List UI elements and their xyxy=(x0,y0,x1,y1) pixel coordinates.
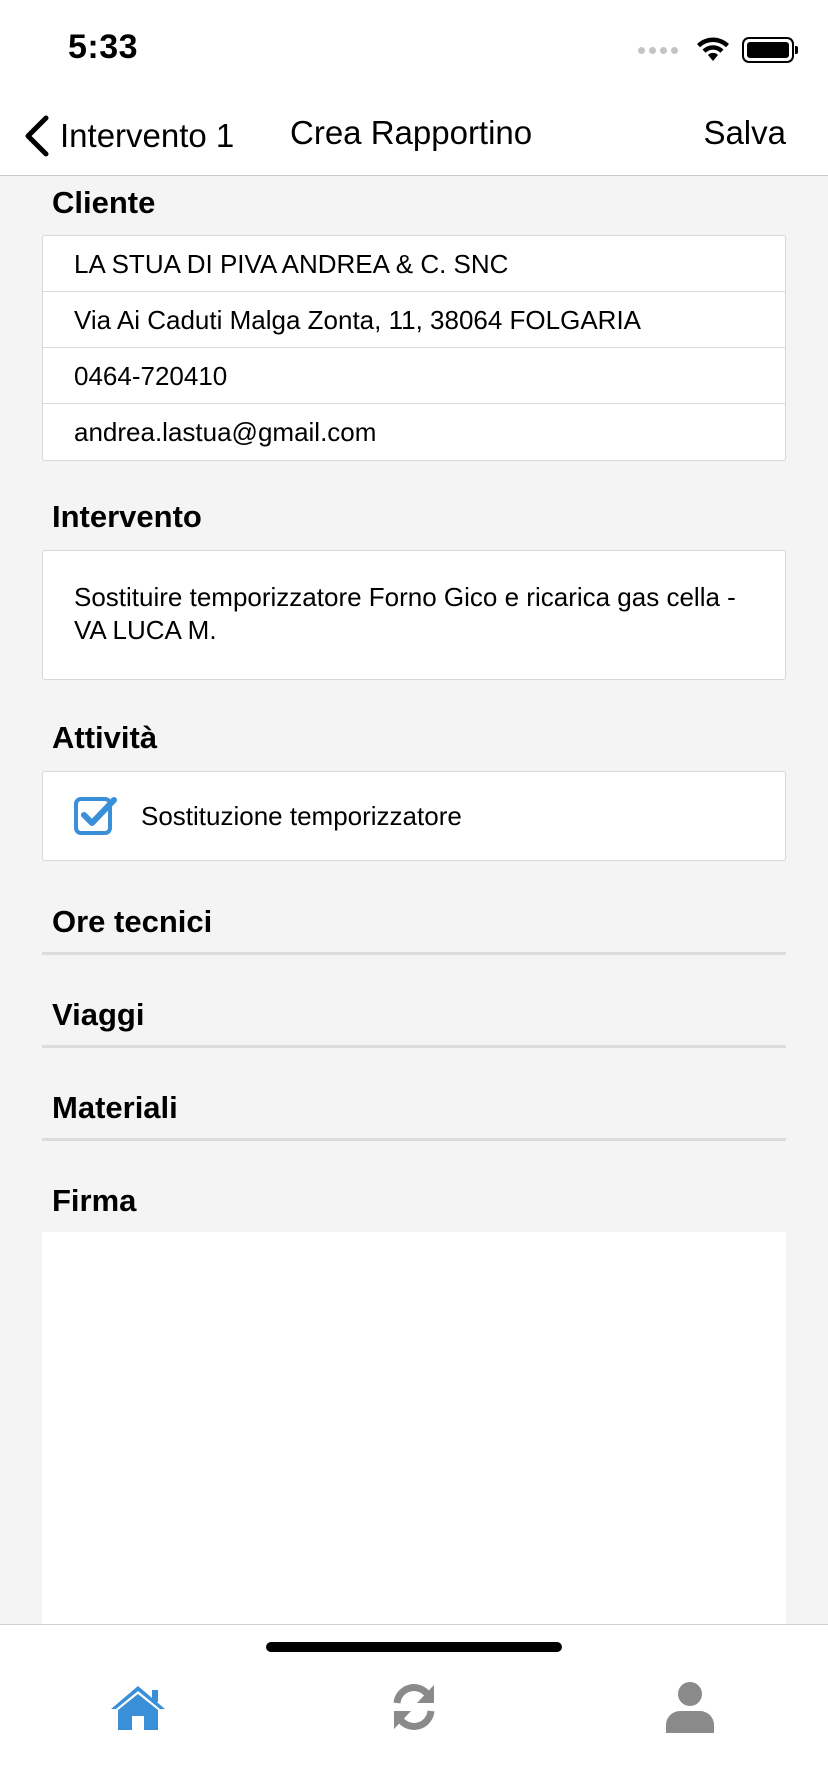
cliente-phone: 0464-720410 xyxy=(43,348,785,404)
tab-profile[interactable] xyxy=(658,1679,722,1735)
cliente-card: LA STUA DI PIVA ANDREA & C. SNC Via Ai C… xyxy=(42,235,786,461)
attivita-card: Sostituzione temporizzatore xyxy=(42,771,786,861)
navigation-bar: Intervento 1 Crea Rapportino Salva xyxy=(0,96,828,176)
section-title-firma: Firma xyxy=(52,1183,137,1218)
back-button-label: Intervento 1 xyxy=(60,117,235,154)
section-ore-tecnici[interactable]: Ore tecnici xyxy=(52,904,212,940)
save-button[interactable]: Salva xyxy=(703,114,786,152)
section-title-attivita: Attività xyxy=(52,720,158,755)
user-icon xyxy=(666,1682,714,1733)
section-title-intervento: Intervento xyxy=(52,499,202,534)
tab-sync[interactable] xyxy=(382,1679,446,1735)
tab-home[interactable] xyxy=(106,1679,170,1735)
divider xyxy=(42,1045,786,1048)
signature-pad[interactable] xyxy=(42,1232,786,1624)
status-time: 5:33 xyxy=(68,28,139,66)
home-icon xyxy=(111,1686,165,1730)
home-indicator xyxy=(266,1642,562,1652)
divider xyxy=(42,952,786,955)
activity-label: Sostituzione temporizzatore xyxy=(141,800,462,831)
intervento-description: Sostituire temporizzatore Forno Gico e r… xyxy=(74,582,736,645)
cellular-signal-icon xyxy=(638,46,678,54)
section-materiali[interactable]: Materiali xyxy=(52,1090,178,1126)
status-bar: 5:33 xyxy=(0,0,828,96)
chevron-left-icon xyxy=(25,115,49,157)
activity-item[interactable]: Sostituzione temporizzatore xyxy=(43,772,785,860)
battery-icon xyxy=(742,37,798,63)
page-title: Crea Rapportino xyxy=(290,114,533,151)
cliente-name: LA STUA DI PIVA ANDREA & C. SNC xyxy=(43,236,785,292)
divider xyxy=(42,1138,786,1141)
section-viaggi[interactable]: Viaggi xyxy=(52,997,144,1033)
cliente-email: andrea.lastua@gmail.com xyxy=(74,417,377,447)
section-title-cliente: Cliente xyxy=(52,185,156,220)
back-button[interactable]: Intervento 1 xyxy=(22,110,234,162)
cliente-address: Via Ai Caduti Malga Zonta, 11, 38064 FOL… xyxy=(43,292,785,348)
sync-icon xyxy=(393,1684,435,1730)
status-icons xyxy=(638,34,798,66)
report-form[interactable]: Cliente LA STUA DI PIVA ANDREA & C. SNC … xyxy=(0,177,828,1624)
wifi-icon xyxy=(697,37,729,61)
intervento-card: Sostituire temporizzatore Forno Gico e r… xyxy=(42,550,786,680)
checkbox-checked-icon[interactable] xyxy=(73,794,117,838)
